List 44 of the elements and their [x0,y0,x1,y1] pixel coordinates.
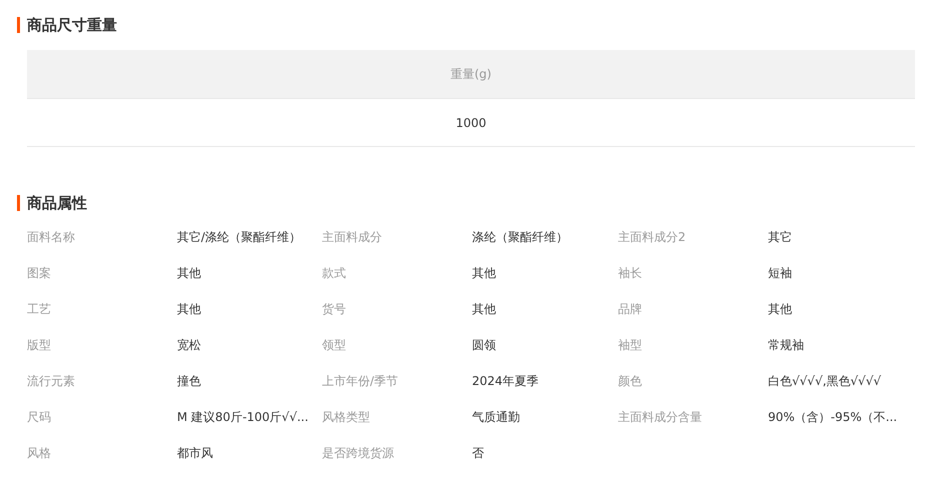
attribute-label: 款式 [322,265,347,281]
attribute-value: 其他 [177,265,202,281]
table-cell-text: 1000 [454,116,488,130]
attribute-label: 风格类型 [322,409,371,425]
section-title: 商品尺寸重量 [17,17,117,33]
attribute-value: 2024年夏季 [472,373,540,389]
attribute-value: 常规袖 [768,337,805,353]
attribute-label: 是否跨境货源 [322,445,395,461]
column-header: 重量(g) [450,66,492,82]
attribute-value: 其他 [768,301,793,317]
attribute-label: 图案 [27,265,52,281]
section-title: 商品属性 [17,195,87,211]
attribute-value: 撞色 [177,373,202,389]
attribute-label: 袖长 [618,265,643,281]
attribute-label: 尺码 [27,409,52,425]
attribute-value: 白色√√√√,黑色√√√√ [768,373,882,389]
attribute-value: 其他 [472,265,497,281]
attribute-label: 版型 [27,337,52,353]
attribute-value: 宽松 [177,337,202,353]
attribute-label: 领型 [322,337,347,353]
attribute-label: 风格 [27,445,52,461]
attribute-label: 货号 [322,301,347,317]
attribute-label: 袖型 [618,337,643,353]
attribute-value: 否 [472,445,485,461]
attribute-label: 品牌 [618,301,643,317]
attribute-value: 短袖 [768,265,793,281]
attribute-label: 面料名称 [27,229,76,245]
attribute-label: 工艺 [27,301,52,317]
attribute-value: 其它/涤纶（聚酯纤维） [177,229,302,245]
attribute-value: 圆领 [472,337,497,353]
attribute-label: 流行元素 [27,373,76,389]
attribute-value: 都市风 [177,445,214,461]
attribute-label: 主面料成分 [322,229,383,245]
attribute-label: 主面料成分含量 [618,409,703,425]
attribute-value: 其他 [472,301,497,317]
attribute-value: 涤纶（聚酯纤维） [472,229,569,245]
attribute-label: 主面料成分2 [618,229,687,245]
attribute-value: 气质通勤 [472,409,521,425]
attribute-label: 颜色 [618,373,643,389]
attribute-value: 90%（含）-95%（不... [768,409,898,425]
attribute-value: M 建议80斤-100斤√√... [177,409,310,425]
attribute-value: 其他 [177,301,202,317]
attribute-label: 上市年份/季节 [322,373,400,389]
attribute-value: 其它 [768,229,793,245]
